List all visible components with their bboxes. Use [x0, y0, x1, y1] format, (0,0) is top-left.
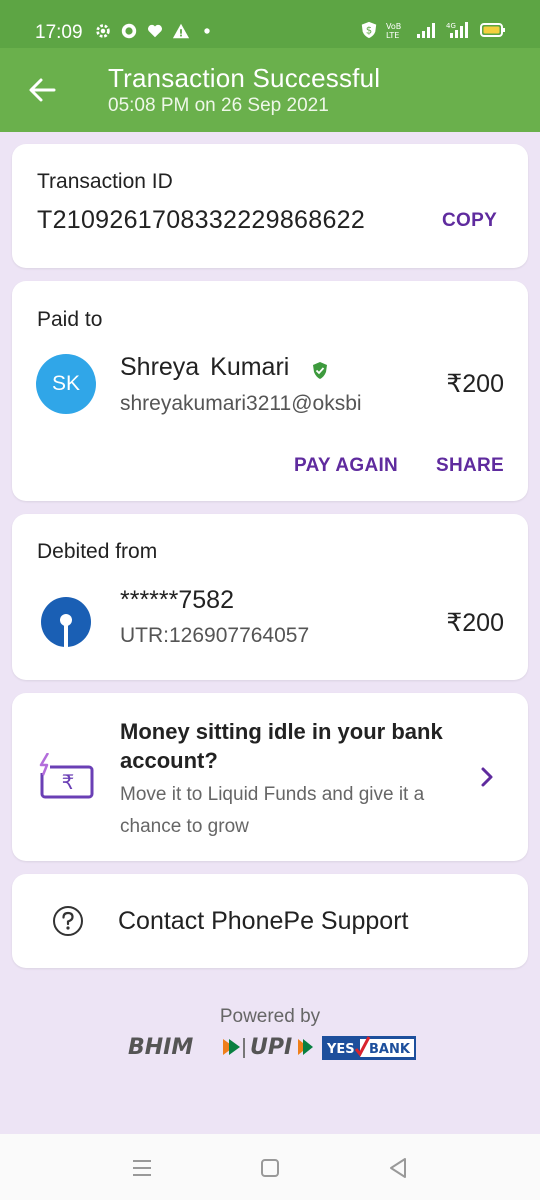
- verified-shield-icon: [313, 362, 327, 379]
- promo-body: Move it to Liquid Funds and give it a ch…: [120, 784, 425, 837]
- home-icon[interactable]: [256, 1154, 284, 1182]
- yes-wordmark: YES: [326, 1042, 355, 1057]
- contact-support-label: Contact PhonePe Support: [118, 907, 409, 935]
- payee-name: Shreya Kumari: [120, 353, 290, 381]
- svg-text:VoB: VoB: [386, 22, 401, 31]
- yes-bank-logo: YES BANK: [322, 1036, 416, 1060]
- debited-from-label: Debited from: [37, 540, 158, 563]
- back-arrow-icon[interactable]: [24, 72, 60, 108]
- contact-support-card[interactable]: Contact PhonePe Support: [12, 874, 528, 968]
- debited-amount: ₹200: [446, 609, 504, 637]
- avatar: SK: [36, 354, 96, 414]
- account-number: ******7582: [120, 586, 234, 614]
- status-bar: 17:09 $ VoB LTE 4G: [0, 0, 540, 48]
- debited-from-card: Debited from ******7582 UTR:126907764057…: [12, 514, 528, 680]
- signal-icon: [417, 23, 435, 38]
- bhim-wordmark: BHIM: [128, 1035, 193, 1060]
- heart-icon: [147, 24, 163, 38]
- rupee-card-icon: ₹: [38, 753, 94, 799]
- transaction-datetime: 05:08 PM on 26 Sep 2021: [108, 95, 329, 116]
- bhim-upi-logo: BHIM UPI: [128, 1035, 313, 1060]
- 4g-signal-icon: 4G: [446, 22, 468, 38]
- transaction-id-label: Transaction ID: [37, 170, 173, 193]
- liquid-funds-promo-card[interactable]: ₹ Money sitting idle in your bank accoun…: [12, 693, 528, 861]
- powered-by-text: Powered by: [219, 1006, 321, 1027]
- copy-button[interactable]: COPY: [442, 210, 497, 232]
- promo-title: Money sitting idle in your bank account?: [120, 719, 443, 773]
- system-nav-bar: [0, 1134, 540, 1200]
- dot-icon: [204, 28, 210, 34]
- back-triangle-icon[interactable]: [384, 1154, 412, 1182]
- status-time: 17:09: [35, 22, 83, 43]
- record-icon: [121, 23, 137, 39]
- battery-icon: [480, 23, 505, 37]
- bank-wordmark: BANK: [369, 1042, 411, 1057]
- transaction-id-value: T2109261708332229868622: [37, 206, 366, 234]
- share-button[interactable]: SHARE: [436, 455, 504, 477]
- paid-to-label: Paid to: [37, 308, 103, 331]
- svg-text:LTE: LTE: [386, 31, 399, 39]
- payee-upi-id: shreyakumari3211@oksbi: [120, 392, 362, 415]
- sbi-bank-logo: [41, 597, 91, 647]
- page-title: Transaction Successful: [108, 63, 381, 93]
- recent-apps-icon[interactable]: [128, 1154, 156, 1182]
- transaction-id-card: Transaction ID T2109261708332229868622 C…: [12, 144, 528, 268]
- paid-to-card: Paid to SK Shreya Kumari shreyakumari321…: [12, 281, 528, 501]
- svg-text:4G: 4G: [446, 22, 456, 30]
- status-left-icons: [94, 22, 216, 40]
- chevron-right-icon[interactable]: [476, 765, 498, 789]
- svg-text:$: $: [366, 26, 372, 37]
- shield-dollar-icon: $: [361, 21, 377, 39]
- svg-text:₹: ₹: [62, 770, 75, 794]
- warning-icon: [172, 23, 190, 39]
- upi-wordmark: UPI: [250, 1035, 292, 1060]
- utr-number: UTR:126907764057: [120, 624, 310, 647]
- app-bar: Transaction Successful 05:08 PM on 26 Se…: [0, 48, 540, 132]
- status-right-icons: $ VoB LTE 4G: [360, 21, 506, 39]
- settings-icon: [96, 24, 110, 38]
- pay-again-button[interactable]: PAY AGAIN: [294, 455, 398, 477]
- paid-amount: ₹200: [446, 370, 504, 398]
- volte-icon: VoBLTE: [386, 22, 401, 39]
- help-circle-icon: [53, 906, 83, 936]
